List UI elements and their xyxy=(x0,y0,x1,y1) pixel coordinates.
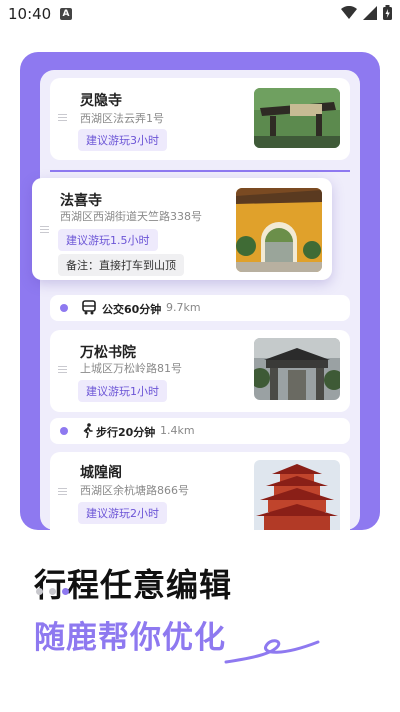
visit-duration-tag: 建议游玩3小时 xyxy=(78,129,167,151)
bus-icon xyxy=(82,300,96,319)
transit-duration: 步行20分钟 xyxy=(96,426,156,439)
promo-headline: 行程任意编辑 xyxy=(34,566,233,604)
visit-duration-tag: 建议游玩1小时 xyxy=(78,380,167,402)
page-indicator xyxy=(36,588,69,595)
visit-duration-tag: 建议游玩2小时 xyxy=(78,502,167,524)
signal-icon xyxy=(363,5,377,20)
system-icons xyxy=(341,5,392,20)
timeline-dot xyxy=(60,427,68,435)
wifi-icon xyxy=(341,5,357,19)
page-dot xyxy=(49,588,56,595)
itinerary-item-wansong[interactable]: 万松书院 上城区万松岭路81号 建议游玩1小时 xyxy=(50,330,350,412)
swoosh-decoration xyxy=(224,639,320,664)
itinerary-item-chenghuang[interactable]: 城隍阁 西湖区余杭塘路866号 建议游玩2小时 xyxy=(50,452,350,530)
poi-name: 灵隐寺 xyxy=(80,93,122,109)
transit-segment-bus[interactable]: 公交60分钟 9.7km xyxy=(50,295,350,321)
drop-indicator-line xyxy=(50,170,350,172)
poi-name: 万松书院 xyxy=(80,345,136,361)
drag-handle-icon[interactable] xyxy=(40,226,49,235)
timeline-dot xyxy=(60,304,68,312)
promo-subline: 随鹿帮你优化 xyxy=(34,620,226,656)
drag-handle-icon[interactable] xyxy=(58,366,67,375)
poi-name: 法喜寺 xyxy=(60,193,102,209)
status-bar: 10:40 A xyxy=(0,0,400,28)
note-tag: 备注：直接打车到山顶 xyxy=(58,254,184,276)
poi-address: 西湖区西湖街道天竺路338号 xyxy=(60,210,202,223)
status-time: 10:40 xyxy=(8,5,52,23)
transit-distance: 9.7km xyxy=(166,301,201,314)
poi-name: 城隍阁 xyxy=(80,465,122,481)
poi-address: 西湖区法云弄1号 xyxy=(80,112,164,125)
drag-handle-icon[interactable] xyxy=(58,488,67,497)
poi-photo xyxy=(254,338,340,400)
transit-duration: 公交60分钟 xyxy=(102,303,162,316)
page-dot-active xyxy=(62,588,69,595)
itinerary-item-lingyin[interactable]: 灵隐寺 西湖区法云弄1号 建议游玩3小时 xyxy=(50,78,350,160)
transit-segment-walk[interactable]: 步行20分钟 1.4km xyxy=(50,418,350,444)
poi-photo xyxy=(236,188,322,272)
transit-distance: 1.4km xyxy=(160,424,195,437)
page-dot xyxy=(36,588,43,595)
notification-icon: A xyxy=(60,8,72,20)
walk-icon xyxy=(82,423,94,442)
poi-address: 上城区万松岭路81号 xyxy=(80,362,182,375)
drag-handle-icon[interactable] xyxy=(58,114,67,123)
poi-photo xyxy=(254,88,340,148)
battery-icon xyxy=(383,5,392,20)
visit-duration-tag: 建议游玩1.5小时 xyxy=(58,229,158,251)
poi-address: 西湖区余杭塘路866号 xyxy=(80,484,189,497)
poi-photo xyxy=(254,460,340,530)
itinerary-item-faxi[interactable]: 法喜寺 西湖区西湖街道天竺路338号 建议游玩1.5小时 备注：直接打车到山顶 xyxy=(32,178,332,280)
